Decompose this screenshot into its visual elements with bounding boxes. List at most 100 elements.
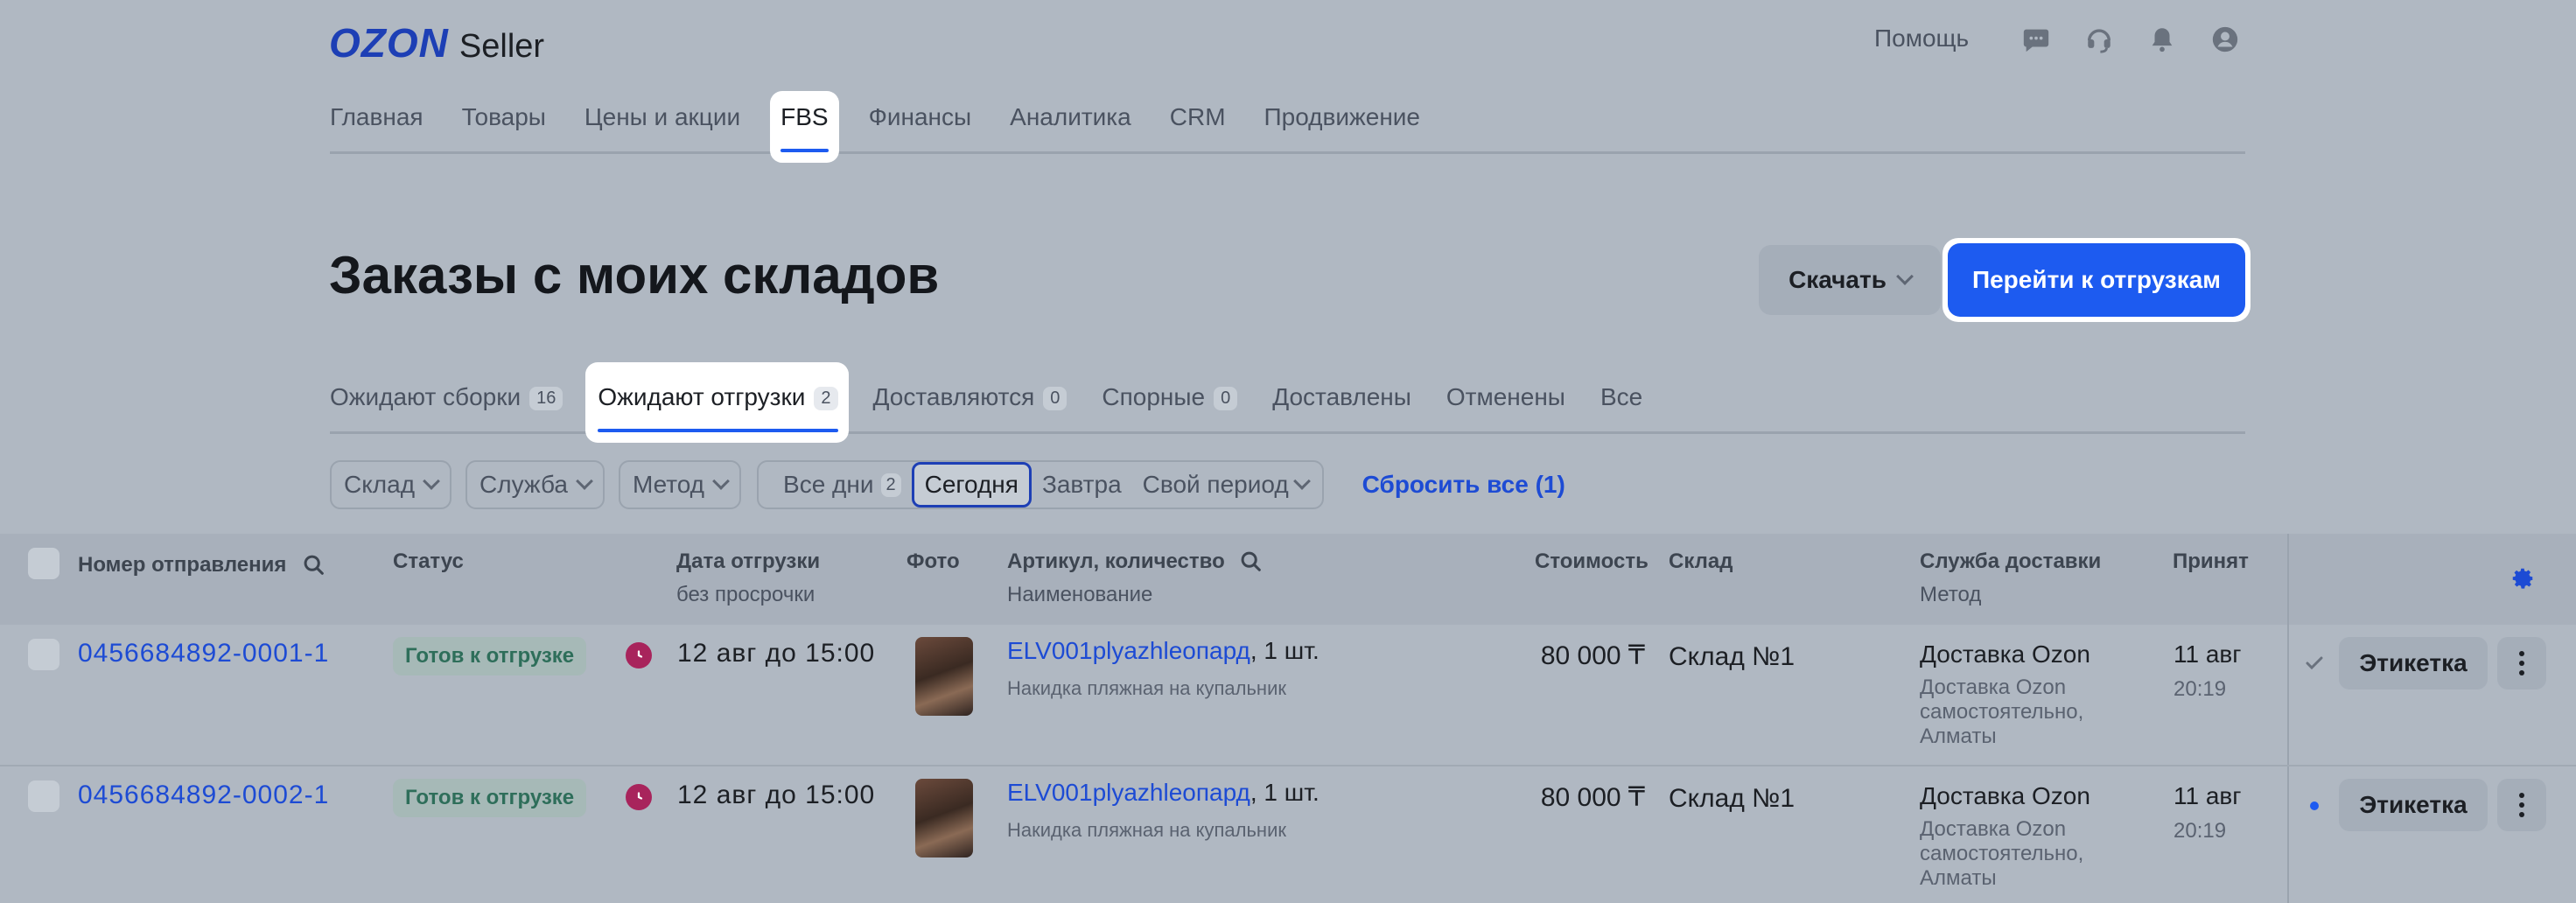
more-options-button[interactable] xyxy=(2497,779,2546,831)
row-checkbox[interactable] xyxy=(28,639,60,670)
column-photo: Фото xyxy=(906,550,960,573)
table-row[interactable]: 0456684892-0001-1 Готов к отгрузке 12 ав… xyxy=(0,625,2576,766)
headset-icon[interactable] xyxy=(2084,24,2114,54)
search-icon[interactable] xyxy=(302,553,326,578)
go-to-shipments-button[interactable]: Перейти к отгрузкам xyxy=(1948,243,2245,317)
nav-item-finance[interactable]: Финансы xyxy=(869,91,991,151)
accepted-date: 11 авг xyxy=(2174,640,2242,668)
status-tabs: Ожидают сборки 16 Ожидают отгрузки 2 Дос… xyxy=(330,362,2245,443)
tab-label: Ожидают сборки xyxy=(330,383,522,410)
ship-date: 12 авг до 15:00 xyxy=(677,639,876,668)
check-icon xyxy=(2306,656,2323,670)
nav-item-analytics[interactable]: Аналитика xyxy=(1010,91,1151,151)
nav-item-prices[interactable]: Цены и акции xyxy=(584,91,760,151)
order-number-link[interactable]: 0456684892-0001-1 xyxy=(78,639,329,668)
warehouse: Склад №1 xyxy=(1669,642,1796,671)
tab-awaiting-shipment[interactable]: Ожидают отгрузки 2 xyxy=(585,362,849,443)
column-status: Статус xyxy=(393,550,464,573)
period-all-days[interactable]: Все дни 2 xyxy=(773,471,912,499)
tab-label: Отменены xyxy=(1446,383,1565,410)
reset-filters-link[interactable]: Сбросить все (1) xyxy=(1362,471,1565,499)
accepted-time: 20:19 xyxy=(2174,819,2227,843)
period-custom[interactable]: Свой период xyxy=(1132,471,1319,499)
nav-item-home[interactable]: Главная xyxy=(330,91,443,151)
label-button[interactable]: Этикетка xyxy=(2339,637,2488,690)
label-button[interactable]: Этикетка xyxy=(2339,779,2488,831)
delivery-cell: Доставка Ozon Доставка Ozon самостоятель… xyxy=(1920,782,2121,891)
accepted-time: 20:19 xyxy=(2174,677,2227,701)
period-custom-label: Свой период xyxy=(1142,471,1289,498)
tab-awaiting-assembly[interactable]: Ожидают сборки 16 xyxy=(330,362,564,431)
column-delivery-sub: Метод xyxy=(1920,583,1982,606)
price: 80 000 ₸ xyxy=(1540,783,1645,812)
delivery-service: Доставка Ozon xyxy=(1920,782,2090,809)
column-sku-sub: Наименование xyxy=(1007,583,1153,606)
status-badge: Готов к отгрузке xyxy=(393,779,587,817)
period-tomorrow[interactable]: Завтра xyxy=(1032,471,1132,499)
row-checkbox[interactable] xyxy=(28,780,60,812)
nav-item-fbs[interactable]: FBS xyxy=(770,91,839,163)
tab-label: Ожидают отгрузки xyxy=(598,383,806,410)
period-filter: Все дни 2 Сегодня Завтра Свой период xyxy=(757,460,1324,509)
product-name: Накидка пляжная на купальник xyxy=(1007,677,1286,699)
tab-label: Спорные xyxy=(1102,383,1206,410)
sku-cell: ELV001plyazhleопард, 1 шт. Накидка пляжн… xyxy=(1007,779,1320,842)
sku-link[interactable]: ELV001plyazhleопард xyxy=(1007,779,1250,806)
download-label: Скачать xyxy=(1788,266,1886,293)
tab-all[interactable]: Все xyxy=(1600,362,1642,431)
sku-qty: , 1 шт. xyxy=(1250,637,1320,664)
tab-count: 2 xyxy=(814,387,838,410)
sku-qty: , 1 шт. xyxy=(1250,779,1320,806)
product-photo[interactable] xyxy=(915,637,973,716)
column-ship-date-label: Дата отгрузки xyxy=(676,550,821,573)
more-options-button[interactable] xyxy=(2497,637,2546,690)
profile-icon[interactable] xyxy=(2210,24,2240,54)
nav-item-products[interactable]: Товары xyxy=(462,91,565,151)
table-row[interactable]: 0456684892-0002-1 Готов к отгрузке 12 ав… xyxy=(0,766,2576,903)
nav-item-crm[interactable]: CRM xyxy=(1170,91,1245,151)
warehouse: Склад №1 xyxy=(1669,784,1796,813)
price: 80 000 ₸ xyxy=(1540,641,1645,670)
chat-icon[interactable] xyxy=(2021,24,2051,54)
column-ship-date: Дата отгрузки без просрочки xyxy=(676,550,820,607)
logo-product: Seller xyxy=(458,28,545,65)
tab-cancelled[interactable]: Отменены xyxy=(1446,362,1565,431)
tab-delivered[interactable]: Доставлены xyxy=(1272,362,1411,431)
period-all-label: Все дни xyxy=(783,471,874,498)
period-today[interactable]: Сегодня xyxy=(911,462,1032,508)
delivery-service: Доставка Ozon xyxy=(1920,640,2090,668)
help-link[interactable]: Помощь xyxy=(1874,24,1969,52)
delivery-cell: Доставка Ozon Доставка Ozon самостоятель… xyxy=(1920,640,2121,749)
download-button[interactable]: Скачать xyxy=(1759,245,1941,315)
bell-icon[interactable] xyxy=(2147,24,2177,54)
logo-brand: OZON xyxy=(329,20,449,66)
tab-delivering[interactable]: Доставляются 0 xyxy=(873,362,1068,431)
accepted-cell: 11 авг 20:19 xyxy=(2174,640,2242,702)
service-filter[interactable]: Служба xyxy=(466,460,605,509)
tab-label: Доставлены xyxy=(1272,383,1411,410)
tab-disputed[interactable]: Спорные 0 xyxy=(1102,362,1238,431)
filters-bar: Склад Служба Метод Все дни 2 Сегодня Зав… xyxy=(330,460,1565,509)
column-price: Стоимость xyxy=(1535,550,1648,573)
go-to-shipments-highlight: Перейти к отгрузкам xyxy=(1942,238,2250,322)
accepted-cell: 11 авг 20:19 xyxy=(2174,782,2242,844)
tab-label: Все xyxy=(1600,383,1643,410)
chevron-down-icon xyxy=(712,472,730,490)
tab-count: 16 xyxy=(529,387,564,410)
method-filter[interactable]: Метод xyxy=(618,460,742,509)
product-photo[interactable] xyxy=(915,779,973,858)
ozon-seller-logo[interactable]: OZON Seller xyxy=(329,19,544,66)
sku-link[interactable]: ELV001plyazhleопард xyxy=(1007,637,1250,664)
chevron-down-icon xyxy=(1896,268,1914,285)
search-icon[interactable] xyxy=(1239,550,1264,574)
select-all-checkbox[interactable] xyxy=(28,548,60,579)
warehouse-filter[interactable]: Склад xyxy=(330,460,452,509)
gear-icon[interactable] xyxy=(2510,565,2536,592)
service-filter-label: Служба xyxy=(480,471,568,498)
column-delivery-label: Служба доставки xyxy=(1920,550,2102,573)
nav-item-promotion[interactable]: Продвижение xyxy=(1264,91,1440,151)
column-warehouse: Склад xyxy=(1669,550,1733,573)
order-number-link[interactable]: 0456684892-0002-1 xyxy=(78,780,329,810)
main-nav: Главная Товары Цены и акции FBS Финансы … xyxy=(330,91,2245,163)
product-name: Накидка пляжная на купальник xyxy=(1007,819,1286,841)
